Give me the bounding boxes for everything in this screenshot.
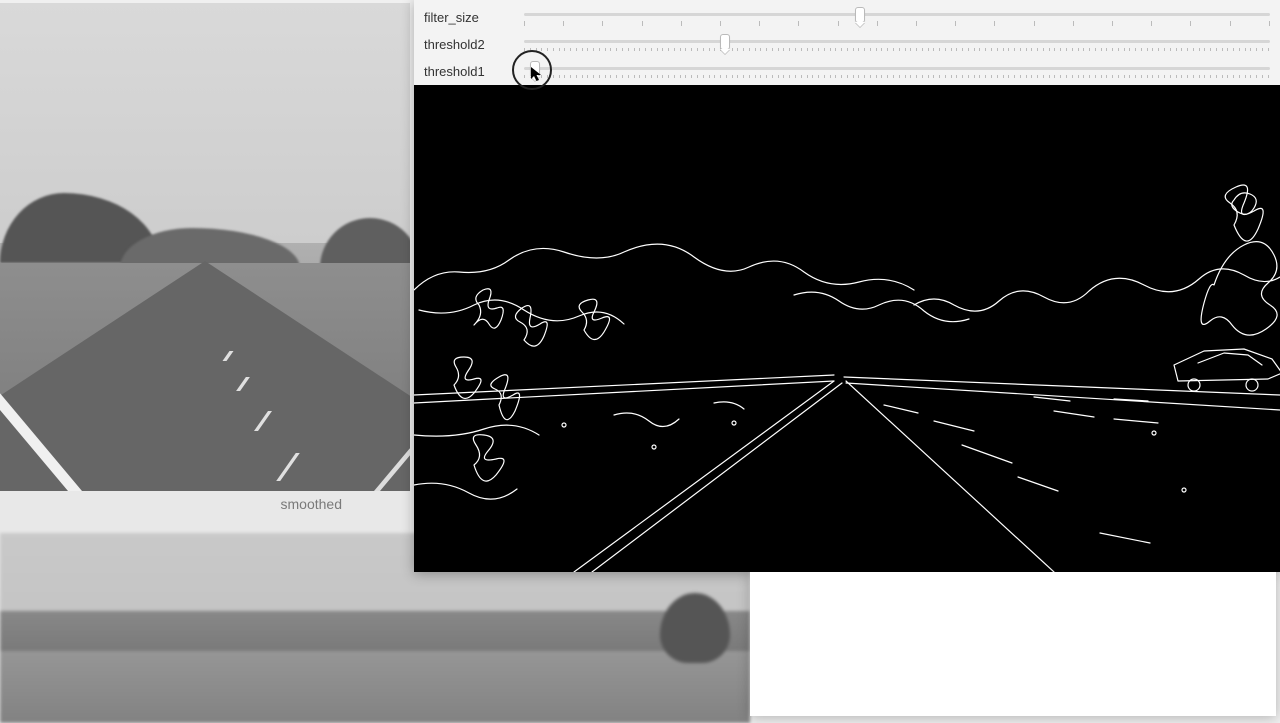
slider-label-threshold1: threshold1 [424,64,524,79]
slider-row-threshold1: threshold1 [414,58,1280,85]
slider-threshold1[interactable] [524,61,1270,83]
slider-filter_size[interactable] [524,7,1270,29]
left-image-panel: smoothed [0,3,410,720]
slider-thumb-filter_size[interactable] [855,7,865,23]
slider-row-filter_size: filter_size [414,4,1280,31]
blank-panel [750,572,1276,716]
slider-thumb-threshold2[interactable] [720,34,730,50]
slider-threshold2[interactable] [524,34,1270,56]
slider-label-threshold2: threshold2 [424,37,524,52]
slider-thumb-threshold1[interactable] [530,61,540,77]
smoothed-label: smoothed [281,496,342,512]
edge-canvas [414,85,1280,572]
road-image-top [0,3,410,491]
slider-row-threshold2: threshold2 [414,31,1280,58]
edge-window: filter_size threshold2 threshold1 [414,0,1280,572]
slider-controls: filter_size threshold2 threshold1 [414,0,1280,85]
edge-output-svg [414,85,1280,572]
slider-label-filter_size: filter_size [424,10,524,25]
